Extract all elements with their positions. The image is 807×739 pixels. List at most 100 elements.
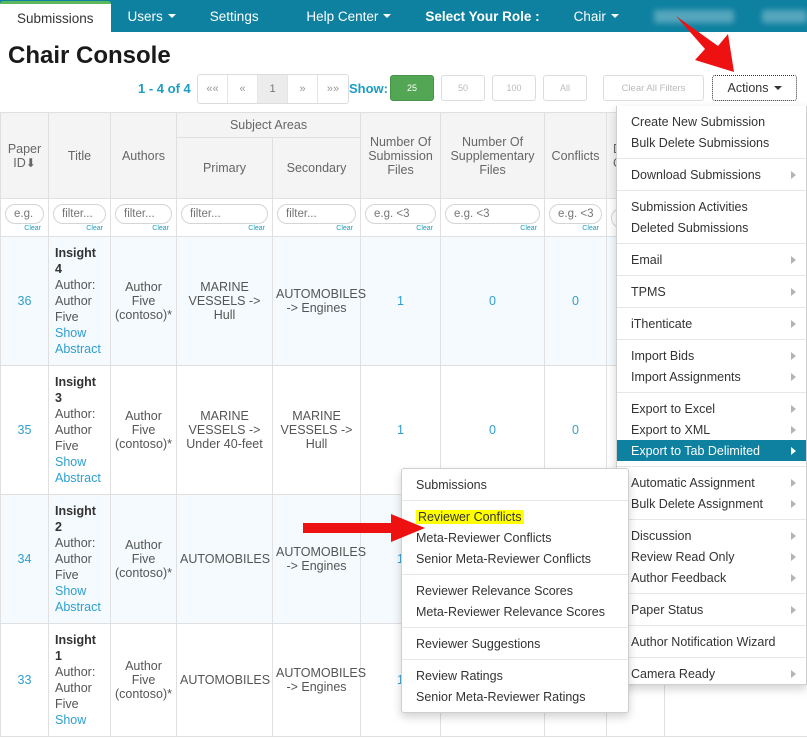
menu-item-paper-status[interactable]: Paper Status <box>617 599 806 620</box>
submenu-item-reviewer-conflicts[interactable]: Reviewer Conflicts <box>402 506 628 527</box>
menu-item-label: Submission Activities <box>631 200 748 214</box>
submenu-item-submissions[interactable]: Submissions <box>402 474 628 495</box>
col-header-paper-id-label: Paper ID <box>8 142 41 170</box>
menu-item-ithenticate[interactable]: iThenticate <box>617 313 806 334</box>
nav-tab-help-center[interactable]: Help Center <box>289 0 408 32</box>
conflicts-link[interactable]: 0 <box>572 294 579 308</box>
menu-item-download-submissions[interactable]: Download Submissions <box>617 164 806 185</box>
nav-tab-settings[interactable]: Settings <box>193 0 276 32</box>
chevron-right-icon <box>791 479 796 487</box>
filter-clear-primary[interactable]: Clear <box>181 225 268 232</box>
menu-item-create-new-submission[interactable]: Create New Submission <box>617 111 806 132</box>
pager-first-button[interactable]: «« <box>198 75 228 103</box>
nav-tab-submissions-label: Submissions <box>17 11 94 26</box>
filter-clear-paper-id[interactable]: Clear <box>5 225 44 232</box>
submenu-item-meta-reviewer-relevance-scores[interactable]: Meta-Reviewer Relevance Scores <box>402 601 628 622</box>
menu-item-export-to-xml[interactable]: Export to XML <box>617 419 806 440</box>
col-header-title[interactable]: Title <box>49 113 111 199</box>
filter-input-authors[interactable] <box>115 204 172 224</box>
filter-clear-secondary[interactable]: Clear <box>277 225 356 232</box>
paper-id-link[interactable]: 35 <box>18 423 32 437</box>
nav-spacer <box>276 0 290 32</box>
menu-item-bulk-delete-assignment[interactable]: Bulk Delete Assignment <box>617 493 806 514</box>
filter-input-num-submission-files[interactable] <box>365 204 436 224</box>
role-selector[interactable]: Chair <box>557 0 636 32</box>
actions-button-label: Actions <box>728 81 769 95</box>
menu-item-export-to-tab-delimited[interactable]: Export to Tab Delimited <box>617 440 806 461</box>
paper-id-link[interactable]: 33 <box>18 673 32 687</box>
show-abstract-link[interactable]: Show Abstract <box>55 454 104 486</box>
pager-prev-button[interactable]: « <box>228 75 258 103</box>
menu-item-author-notification-wizard[interactable]: Author Notification Wizard <box>617 631 806 652</box>
nav-tab-users-label: Users <box>128 9 163 24</box>
col-header-authors[interactable]: Authors <box>111 113 177 199</box>
menu-item-deleted-submissions[interactable]: Deleted Submissions <box>617 217 806 238</box>
col-header-num-supplementary-files[interactable]: Number Of Supplementary Files <box>441 113 545 199</box>
menu-item-submission-activities[interactable]: Submission Activities <box>617 196 806 217</box>
submenu-item-reviewer-suggestions[interactable]: Reviewer Suggestions <box>402 633 628 654</box>
filter-input-num-supplementary-files[interactable] <box>445 204 540 224</box>
show-25-button[interactable]: 25 <box>390 75 434 101</box>
submenu-item-review-ratings[interactable]: Review Ratings <box>402 665 628 686</box>
menu-item-label: Export to Tab Delimited <box>631 444 760 458</box>
submenu-item-meta-reviewer-conflicts[interactable]: Meta-Reviewer Conflicts <box>402 527 628 548</box>
filter-clear-conflicts[interactable]: Clear <box>549 225 602 232</box>
filter-input-title[interactable] <box>53 204 106 224</box>
filter-input-secondary[interactable] <box>277 204 356 224</box>
col-header-paper-id[interactable]: Paper ID⬇ <box>1 113 49 199</box>
filter-clear-num-supplementary-files[interactable]: Clear <box>445 225 540 232</box>
col-header-conflicts[interactable]: Conflicts <box>545 113 607 199</box>
cell-primary: MARINE VESSELS -> Hull <box>177 237 273 366</box>
pager-next-button[interactable]: » <box>288 75 318 103</box>
clear-all-filters-button[interactable]: Clear All Filters <box>603 75 704 101</box>
nav-tab-users[interactable]: Users <box>111 0 193 32</box>
filter-input-primary[interactable] <box>181 204 268 224</box>
submenu-item-senior-meta-reviewer-ratings[interactable]: Senior Meta-Reviewer Ratings <box>402 686 628 707</box>
submenu-item-reviewer-relevance-scores[interactable]: Reviewer Relevance Scores <box>402 580 628 601</box>
actions-button[interactable]: Actions <box>712 75 797 101</box>
filter-clear-authors[interactable]: Clear <box>115 225 172 232</box>
menu-item-import-bids[interactable]: Import Bids <box>617 345 806 366</box>
menu-item-export-to-excel[interactable]: Export to Excel <box>617 398 806 419</box>
show-abstract-link[interactable]: Show Abstract <box>55 583 104 615</box>
menu-item-email[interactable]: Email <box>617 249 806 270</box>
conflicts-link[interactable]: 0 <box>572 423 579 437</box>
num-submission-files-link[interactable]: 1 <box>397 294 404 308</box>
num-supplementary-files-link[interactable]: 0 <box>489 294 496 308</box>
show-abstract-link[interactable]: Show Abstract <box>55 325 104 357</box>
nav-tab-submissions[interactable]: Submissions <box>0 1 111 32</box>
menu-item-label: Author Feedback <box>631 571 726 585</box>
menu-item-import-assignments[interactable]: Import Assignments <box>617 366 806 387</box>
submenu-item-label: Reviewer Conflicts <box>416 510 524 524</box>
menu-item-discussion[interactable]: Discussion <box>617 525 806 546</box>
menu-item-automatic-assignment[interactable]: Automatic Assignment <box>617 472 806 493</box>
submenu-item-senior-meta-reviewer-conflicts[interactable]: Senior Meta-Reviewer Conflicts <box>402 548 628 569</box>
show-100-button[interactable]: 100 <box>492 75 536 101</box>
cell-paper-id: 36 <box>1 237 49 366</box>
menu-item-bulk-delete-submissions[interactable]: Bulk Delete Submissions <box>617 132 806 153</box>
pager-page-1-button[interactable]: 1 <box>258 75 288 103</box>
menu-item-author-feedback[interactable]: Author Feedback <box>617 567 806 588</box>
pager-last-button[interactable]: »» <box>318 75 348 103</box>
submenu-item-label: Reviewer Relevance Scores <box>416 584 573 598</box>
num-supplementary-files-link[interactable]: 0 <box>489 423 496 437</box>
col-header-primary[interactable]: Primary <box>177 138 273 199</box>
filter-input-conflicts[interactable] <box>549 204 602 224</box>
filter-input-paper-id[interactable] <box>5 204 44 224</box>
show-all-button[interactable]: All <box>543 75 587 101</box>
menu-item-review-read-only[interactable]: Review Read Only <box>617 546 806 567</box>
paper-id-link[interactable]: 36 <box>18 294 32 308</box>
cell-primary: MARINE VESSELS -> Under 40-feet <box>177 366 273 495</box>
menu-item-label: Review Read Only <box>631 550 735 564</box>
col-header-secondary[interactable]: Secondary <box>273 138 361 199</box>
paper-id-link[interactable]: 34 <box>18 552 32 566</box>
show-abstract-link[interactable]: Show <box>55 712 104 728</box>
num-submission-files-link[interactable]: 1 <box>397 423 404 437</box>
filter-clear-title[interactable]: Clear <box>53 225 106 232</box>
menu-item-tpms[interactable]: TPMS <box>617 281 806 302</box>
col-header-num-submission-files[interactable]: Number Of Submission Files <box>361 113 441 199</box>
show-50-button[interactable]: 50 <box>441 75 485 101</box>
filter-clear-num-submission-files[interactable]: Clear <box>365 225 436 232</box>
role-selector-value: Chair <box>574 9 606 24</box>
menu-item-camera-ready[interactable]: Camera Ready <box>617 663 806 684</box>
